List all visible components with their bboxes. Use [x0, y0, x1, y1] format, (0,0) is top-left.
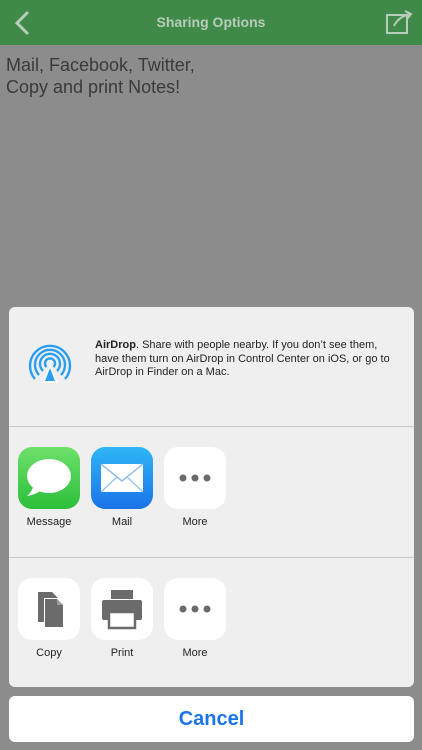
more-icon	[164, 578, 226, 640]
share-icon[interactable]	[384, 8, 414, 36]
tile-label: More	[182, 647, 208, 659]
print-icon	[91, 578, 153, 640]
airdrop-icon	[28, 344, 72, 383]
tile-label: Copy	[36, 647, 62, 659]
copy-button[interactable]: Copy	[18, 578, 80, 659]
note-text: Mail, Facebook, Twitter, Copy and print …	[6, 55, 195, 97]
share-more-button[interactable]: More	[164, 447, 226, 528]
apps-row: Message Mail More	[9, 427, 414, 558]
nav-title: Sharing Options	[156, 14, 266, 30]
tile-label: Print	[110, 647, 134, 659]
action-more-button[interactable]: More	[164, 578, 226, 659]
mail-icon	[91, 447, 153, 509]
tile-label: More	[182, 516, 208, 528]
share-mail-button[interactable]: Mail	[91, 447, 153, 528]
message-icon	[18, 447, 80, 509]
airdrop-body: . Share with people nearby. If you don’t…	[95, 339, 390, 378]
actions-row: Copy Print More	[9, 558, 414, 687]
share-sheet: AirDrop. Share with people nearby. If yo…	[9, 307, 414, 687]
navigation-bar: Sharing Options	[0, 0, 422, 45]
tile-label: Mail	[111, 516, 133, 528]
share-message-button[interactable]: Message	[18, 447, 80, 528]
print-button[interactable]: Print	[91, 578, 153, 659]
more-icon	[164, 447, 226, 509]
copy-icon	[18, 578, 80, 640]
airdrop-title: AirDrop	[95, 339, 136, 351]
airdrop-description: AirDrop. Share with people nearby. If yo…	[95, 339, 401, 380]
cancel-button[interactable]: Cancel	[9, 696, 414, 742]
tile-label: Message	[26, 516, 72, 528]
airdrop-row[interactable]: AirDrop. Share with people nearby. If yo…	[9, 307, 414, 427]
